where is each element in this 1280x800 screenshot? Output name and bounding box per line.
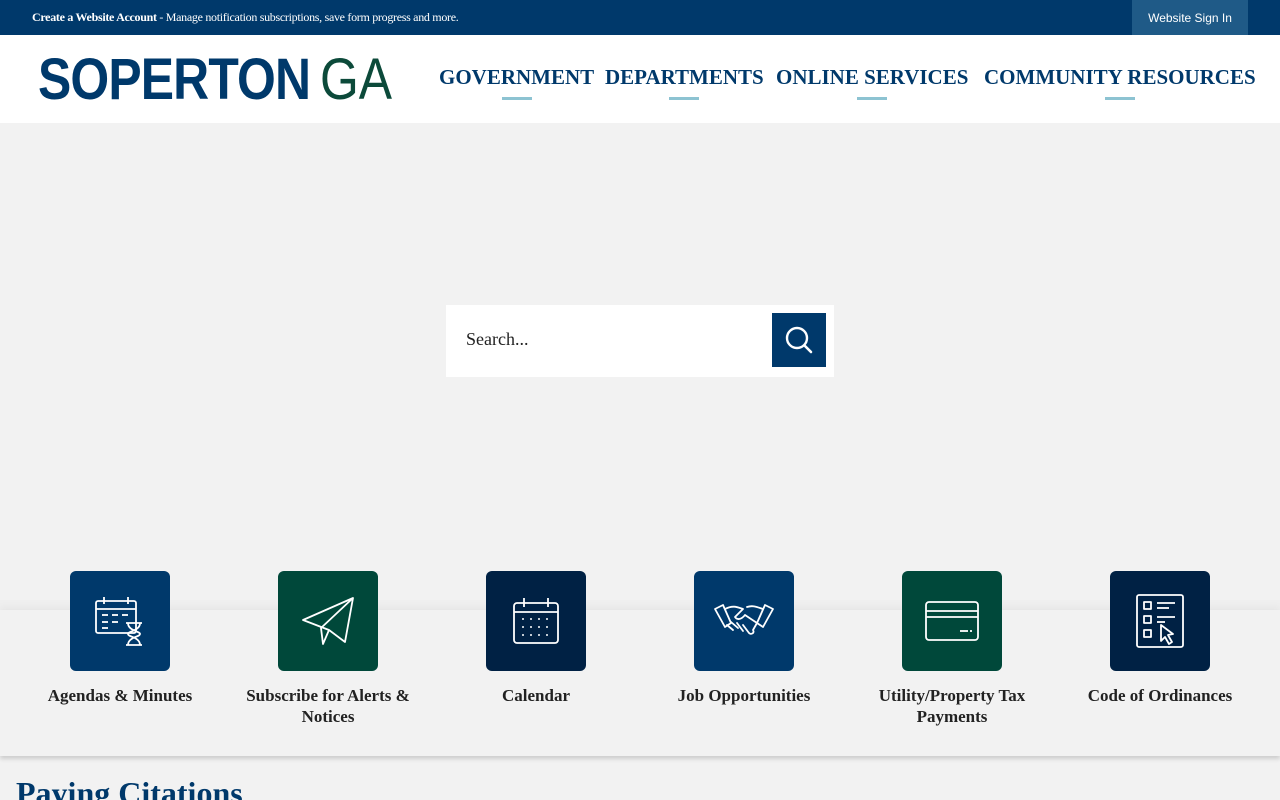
ordinances-tile[interactable] [1110,571,1210,671]
quick-link-code-of-ordinances[interactable]: Code of Ordinances [1056,571,1264,706]
credit-card-icon [925,601,979,641]
section-title: Paying Citations [16,775,243,800]
calendar-hourglass-icon [95,597,142,646]
website-sign-in-button[interactable]: Website Sign In [1132,0,1248,35]
search-input[interactable]: Search... [466,329,528,350]
nav-departments[interactable]: DEPARTMENTS [605,65,764,100]
checklist-icon [1136,594,1184,648]
site-search: Search... [446,305,834,377]
jobs-tile[interactable] [694,571,794,671]
quick-link-job-opportunities[interactable]: Job Opportunities [640,571,848,706]
nav-online-services[interactable]: ONLINE SERVICES [776,65,968,100]
notification-bar: Create a Website Account - Manage notifi… [0,0,1280,35]
nav-government[interactable]: GOVERNMENT [439,65,594,100]
calendar-icon [513,598,559,644]
agendas-tile[interactable] [70,571,170,671]
site-logo[interactable]: SOPERTON GA [38,47,404,112]
quick-link-agendas-minutes[interactable]: Agendas & Minutes [16,571,224,706]
search-button[interactable] [772,313,826,367]
quick-link-calendar[interactable]: Calendar [432,571,640,706]
subscribe-tile[interactable] [278,571,378,671]
paper-plane-icon [302,597,354,645]
quick-link-utility-tax-payments[interactable]: Utility/Property Tax Payments [848,571,1056,727]
nav-community-resources[interactable]: COMMUNITY RESOURCES [984,65,1256,100]
site-header: SOPERTON GA GOVERNMENT DEPARTMENTS ONLIN… [0,35,1280,123]
create-account-link[interactable]: Create a Website Account - Manage notifi… [32,10,459,25]
search-icon [785,326,813,354]
calendar-tile[interactable] [486,571,586,671]
handshake-icon [714,604,774,635]
quick-link-subscribe-alerts[interactable]: Subscribe for Alerts & Notices [224,571,432,727]
payments-tile[interactable] [902,571,1002,671]
